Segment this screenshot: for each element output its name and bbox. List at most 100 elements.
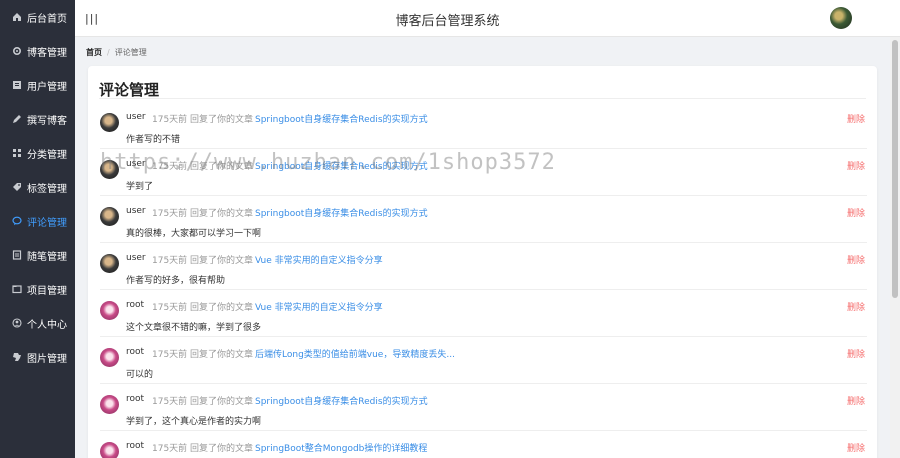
comment-user[interactable]: user: [126, 253, 146, 263]
comment-time: 175天前: [152, 303, 188, 313]
sidebar-item-label: 随笔管理: [27, 251, 67, 263]
sidebar-item-label: 分类管理: [27, 149, 67, 161]
sidebar-item-images[interactable]: 图片管理: [0, 340, 75, 374]
person-icon: [12, 318, 22, 328]
comment-icon: [12, 216, 22, 226]
top-header: ||| 博客后台管理系统: [75, 0, 900, 37]
user-icon: [12, 80, 22, 90]
delete-button[interactable]: 删除: [847, 300, 865, 313]
comment-action: 回复了你的文章: [190, 209, 254, 219]
comment-row: root 175天前 回复了你的文章 Springboot自身缓存集合Redis…: [100, 385, 867, 431]
grid-icon: [12, 148, 22, 158]
comment-user[interactable]: root: [126, 347, 144, 357]
sidebar-item-label: 评论管理: [27, 217, 67, 229]
avatar: [100, 113, 119, 132]
comment-content: 这个文章很不错的嘛，学到了很多: [126, 323, 262, 333]
sidebar-item-notes[interactable]: 随笔管理: [0, 238, 75, 272]
comment-article-link[interactable]: Springboot自身缓存集合Redis的实现方式: [255, 206, 428, 219]
sidebar-item-label: 图片管理: [27, 353, 67, 365]
sidebar: 后台首页 博客管理 用户管理 撰写博客 分类管理 标签管理 评论管理 随笔管理 …: [0, 0, 75, 458]
comment-content: 作者写的不错: [126, 135, 181, 145]
comment-action: 回复了你的文章: [190, 350, 254, 360]
avatar: [100, 301, 119, 320]
divider: [99, 98, 866, 99]
comment-article-link[interactable]: Vue 非常实用的自定义指令分享: [255, 253, 383, 266]
sidebar-item-label: 博客管理: [27, 47, 67, 59]
comment-card: 评论管理 user 175天前 回复了你的文章 Springboot自身缓存集合…: [88, 66, 877, 458]
comment-time: 175天前: [152, 350, 188, 360]
comment-article-link[interactable]: Springboot自身缓存集合Redis的实现方式: [255, 394, 428, 407]
comment-action: 回复了你的文章: [190, 303, 254, 313]
avatar: [100, 254, 119, 273]
comment-row: root 175天前 回复了你的文章 后端传Long类型的值给前端vue，导致精…: [100, 338, 867, 384]
sidebar-item-write[interactable]: 撰写博客: [0, 102, 75, 136]
comment-content: 作者写的好多，很有帮助: [126, 276, 226, 286]
comment-user[interactable]: root: [126, 441, 144, 451]
comment-user[interactable]: user: [126, 206, 146, 216]
sidebar-item-blog[interactable]: 博客管理: [0, 34, 75, 68]
card-title: 评论管理: [99, 81, 160, 99]
page-title: 博客后台管理系统: [395, 14, 500, 29]
comment-time: 175天前: [152, 162, 188, 172]
delete-button[interactable]: 删除: [847, 441, 865, 454]
comment-article-link[interactable]: Springboot自身缓存集合Redis的实现方式: [255, 159, 428, 172]
comment-action: 回复了你的文章: [190, 115, 254, 125]
comment-user[interactable]: root: [126, 394, 144, 404]
comment-row: root 175天前 回复了你的文章 Vue 非常实用的自定义指令分享 这个文章…: [100, 291, 867, 337]
sidebar-item-home[interactable]: 后台首页: [0, 0, 75, 34]
sidebar-item-label: 后台首页: [27, 13, 67, 25]
sidebar-item-users[interactable]: 用户管理: [0, 68, 75, 102]
delete-button[interactable]: 删除: [847, 253, 865, 266]
comment-row: user 175天前 回复了你的文章 Vue 非常实用的自定义指令分享 作者写的…: [100, 244, 867, 290]
comment-action: 回复了你的文章: [190, 162, 254, 172]
delete-button[interactable]: 删除: [847, 347, 865, 360]
sidebar-item-label: 标签管理: [27, 183, 67, 195]
comment-content: 真的很棒，大家都可以学习一下啊: [126, 229, 262, 239]
avatar[interactable]: [830, 7, 852, 29]
comment-article-link[interactable]: Vue 非常实用的自定义指令分享: [255, 300, 383, 313]
delete-button[interactable]: 删除: [847, 112, 865, 125]
comment-action: 回复了你的文章: [190, 444, 254, 454]
comment-action: 回复了你的文章: [190, 397, 254, 407]
sidebar-item-projects[interactable]: 项目管理: [0, 272, 75, 306]
sidebar-item-comments[interactable]: 评论管理: [0, 204, 75, 238]
comment-time: 175天前: [152, 444, 188, 454]
comment-content: 学到了，这个真心是作者的实力啊: [126, 417, 262, 427]
image-icon: [12, 352, 22, 362]
comment-article-link[interactable]: SpringBoot整合Mongodb操作的详细教程: [255, 441, 427, 454]
sidebar-item-label: 个人中心: [27, 319, 67, 331]
sidebar-item-tags[interactable]: 标签管理: [0, 170, 75, 204]
comment-time: 175天前: [152, 256, 188, 266]
comment-article-link[interactable]: Springboot自身缓存集合Redis的实现方式: [255, 112, 428, 125]
delete-button[interactable]: 删除: [847, 206, 865, 219]
delete-button[interactable]: 删除: [847, 394, 865, 407]
avatar: [100, 395, 119, 414]
comment-user[interactable]: user: [126, 112, 146, 122]
comment-action: 回复了你的文章: [190, 256, 254, 266]
avatar: [100, 207, 119, 226]
note-icon: [12, 250, 22, 260]
comment-article-link[interactable]: 后端传Long类型的值给前端vue，导致精度丢失...: [255, 347, 455, 360]
delete-button[interactable]: 删除: [847, 159, 865, 172]
breadcrumb-home[interactable]: 首页: [86, 48, 102, 57]
sidebar-item-category[interactable]: 分类管理: [0, 136, 75, 170]
folder-icon: [12, 284, 22, 294]
comment-user[interactable]: user: [126, 159, 146, 169]
edit-icon: [12, 114, 22, 124]
sidebar-item-profile[interactable]: 个人中心: [0, 306, 75, 340]
comment-time: 175天前: [152, 209, 188, 219]
breadcrumb: 首页 / 评论管理: [86, 47, 147, 58]
scrollbar-thumb[interactable]: [892, 40, 898, 298]
avatar: [100, 160, 119, 179]
gear-icon: [12, 46, 22, 56]
breadcrumb-current: 评论管理: [114, 48, 147, 57]
sidebar-item-label: 用户管理: [27, 81, 67, 93]
comment-row: user 175天前 回复了你的文章 Springboot自身缓存集合Redis…: [100, 197, 867, 243]
breadcrumb-separator: /: [107, 48, 110, 57]
comment-user[interactable]: root: [126, 300, 144, 310]
avatar: [100, 442, 119, 458]
tag-icon: [12, 182, 22, 192]
comment-row: root 175天前 回复了你的文章 SpringBoot整合Mongodb操作…: [100, 432, 867, 458]
comment-row: user 175天前 回复了你的文章 Springboot自身缓存集合Redis…: [100, 150, 867, 196]
comment-content: 学到了: [126, 182, 154, 192]
